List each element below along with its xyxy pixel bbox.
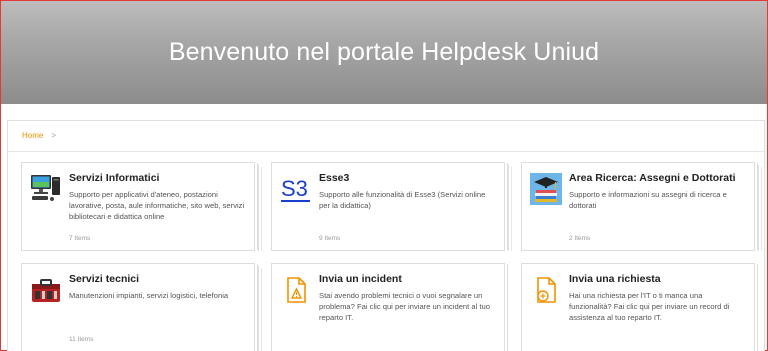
request-document-icon	[530, 274, 562, 306]
card-servizi-informatici[interactable]: Servizi Informatici Supporto per applica…	[21, 162, 262, 251]
card-stack-edge	[258, 165, 259, 251]
card-description: Stai avendo problemi tecnici o vuoi segn…	[319, 291, 490, 322]
card-description: Supporto e informazioni su assegni di ri…	[569, 190, 727, 210]
svg-text:S3: S3	[281, 176, 308, 201]
incident-document-icon	[280, 274, 312, 306]
computer-workstation-icon	[30, 173, 62, 205]
s3-logo-icon: S3	[280, 173, 312, 205]
card-item-count: 7 Items	[69, 235, 91, 242]
card-servizi-tecnici[interactable]: Servizi tecnici Manutenzioni impianti, s…	[21, 263, 262, 351]
card-title: Invia un incident	[319, 273, 402, 285]
breadcrumb-home-link[interactable]: Home	[22, 131, 43, 140]
card-description: Manutenzioni impianti, servizi logistici…	[69, 291, 229, 300]
card-title: Esse3	[319, 172, 350, 184]
hero-banner: Benvenuto nel portale Helpdesk Uniud	[1, 1, 767, 104]
card-description: Supporto per applicativi d'ateneo, posta…	[69, 190, 245, 221]
graduation-books-icon	[530, 173, 562, 205]
card-title: Area Ricerca: Assegni e Dottorati	[569, 172, 736, 184]
card-area-ricerca[interactable]: Area Ricerca: Assegni e Dottorati Suppor…	[521, 162, 762, 251]
page-title: Benvenuto nel portale Helpdesk Uniud	[168, 38, 600, 66]
card-description: Hai una richiesta per l'IT o ti manca un…	[569, 291, 730, 322]
card-stack-edge	[511, 167, 512, 251]
breadcrumb-separator: >	[51, 131, 57, 140]
card-item-count: 9 Items	[319, 235, 341, 242]
card-stack-edge	[758, 165, 759, 251]
card-stack-edge	[508, 165, 509, 251]
card-title: Servizi tecnici	[69, 273, 140, 285]
divider	[8, 151, 764, 152]
main-content: Home > Servizi Informatici Supporto per …	[7, 120, 765, 351]
card-esse3[interactable]: S3 Esse3 Supporto alle funzionalità di E…	[271, 162, 512, 251]
card-title: Servizi Informatici	[69, 172, 160, 184]
card-description: Supporto alle funzionalità di Esse3 (Ser…	[319, 190, 486, 210]
card-title: Invia una richiesta	[569, 273, 661, 285]
card-invia-richiesta[interactable]: Invia una richiesta Hai una richiesta pe…	[521, 263, 755, 351]
card-item-count: 2 Items	[569, 235, 591, 242]
card-invia-incident[interactable]: Invia un incident Stai avendo problemi t…	[271, 263, 505, 351]
card-stack-edge	[261, 167, 262, 251]
breadcrumb: Home >	[22, 131, 56, 140]
card-stack-edge	[761, 167, 762, 251]
card-stack-edge	[258, 266, 259, 351]
card-stack-edge	[261, 268, 262, 351]
card-item-count: 11 Items	[69, 336, 94, 343]
toolbox-icon	[30, 274, 62, 306]
